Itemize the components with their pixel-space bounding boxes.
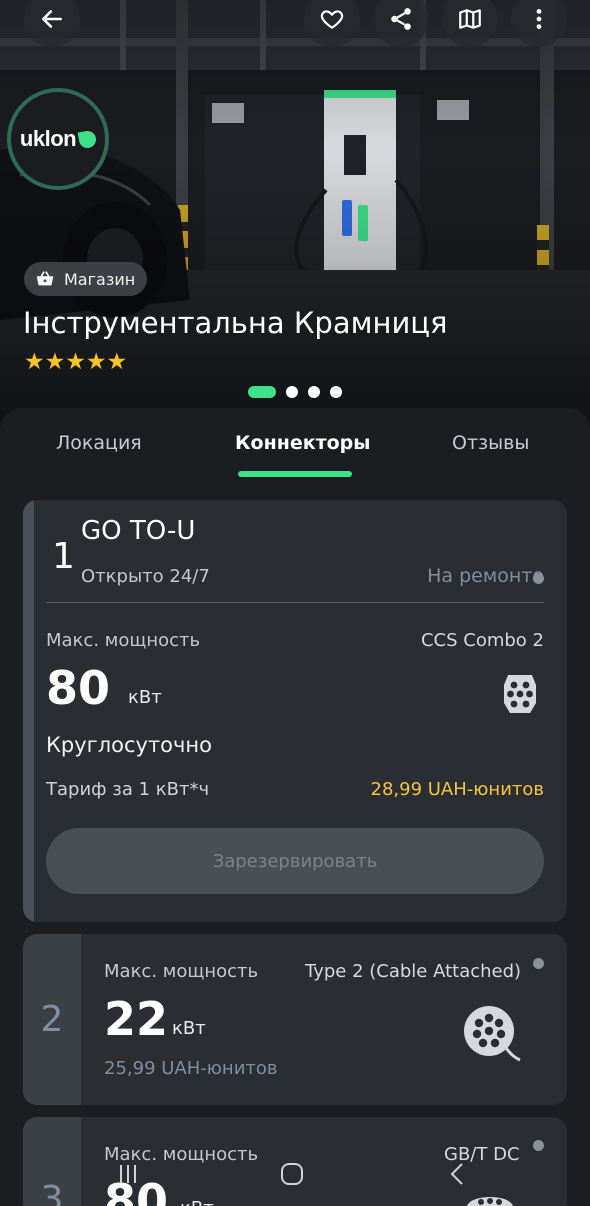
station-photo-carousel[interactable]: uklon Магазин Інструментальна Крамниця ★… [0,0,590,430]
shopping-basket-icon [36,271,54,286]
status-dot [533,573,544,584]
carousel-dot[interactable] [330,386,342,398]
category-label: Магазин [64,269,136,289]
tab-reviews[interactable]: Отзывы [452,432,529,454]
opening-hours: Открыто 24/7 [81,566,210,587]
type2-connector-icon [464,1006,521,1062]
card-accent-bar [23,500,34,922]
connector-number: 1 [52,536,75,577]
tab-bar: Локация Коннекторы Отзывы [0,408,590,478]
station-name: Інструментальна Крамниця [23,306,448,340]
rating-stars: ★★★★★ [24,350,127,374]
rating-stars-text: ★★★★★ [24,349,128,375]
tariff-value: 28,99 UAH-юнитов [370,779,545,800]
ccs-combo-connector-icon [504,675,536,713]
tab-location[interactable]: Локация [56,432,142,454]
max-power-label: Макс. мощность [104,961,259,982]
connector-station-name: GO TO-U [81,516,196,546]
logo-text: uklon [19,126,77,151]
connector-type: CCS Combo 2 [420,630,544,651]
power-value: 22 [104,992,169,1046]
recent-apps-icon[interactable] [116,1162,140,1186]
map-icon [459,9,481,29]
status-dot [533,958,544,969]
tariff-label: Тариф за 1 кВт*ч [46,779,210,800]
reserve-button[interactable]: Зарезервировать [46,828,544,894]
heart-icon [320,10,344,29]
divider [46,602,544,603]
tab-connectors[interactable]: Коннекторы [235,432,370,454]
power-unit: кВт [128,687,162,708]
logo-leaf-icon [77,129,98,149]
back-nav-icon[interactable] [446,1162,470,1186]
carousel-indicator [248,386,342,398]
connector-type: Type 2 (Cable Attached) [305,961,522,982]
home-icon[interactable] [280,1162,304,1186]
power-value: 80 [46,661,111,715]
category-chip: Магазин [24,262,148,296]
carousel-dot[interactable] [248,386,276,398]
arrow-left-icon [42,10,62,28]
carousel-dot[interactable] [308,386,320,398]
carousel-dot[interactable] [286,386,298,398]
availability-text: Круглосуточно [46,733,213,757]
operator-logo: uklon [7,88,109,190]
system-navigation-bar [0,1150,590,1206]
power-unit: кВт [172,1018,206,1039]
connector-status: На ремонте [427,565,544,587]
max-power-label: Макс. мощность [46,630,201,651]
connector-number: 2 [23,934,81,1105]
more-vertical-icon [536,9,542,29]
share-icon [391,8,411,30]
active-tab-indicator [238,471,352,477]
tariff-value: 25,99 UAH-юнитов [104,1058,278,1079]
